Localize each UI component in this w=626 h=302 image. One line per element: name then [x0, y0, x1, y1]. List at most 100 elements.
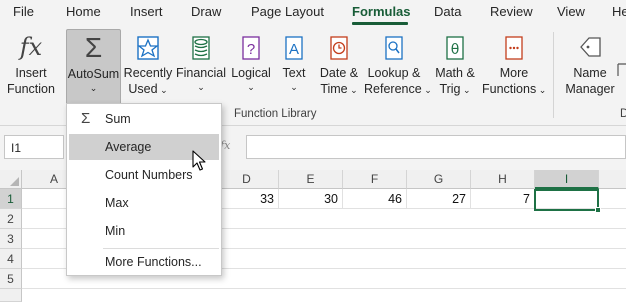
menu-item-more-functions-label: More Functions...	[105, 255, 202, 269]
name-manager-label-2: Manager	[565, 82, 615, 96]
column-header-f[interactable]: F	[343, 170, 407, 189]
ribbon-tabs: File Home Insert Draw Page Layout Formul…	[0, 0, 626, 26]
column-header-j[interactable]	[599, 170, 626, 189]
more-functions-label-2: Functions	[482, 82, 537, 96]
sigma-icon: Σ	[81, 110, 91, 127]
name-manager-button[interactable]: Name Manager	[562, 29, 618, 103]
date-time-button[interactable]: Date & Time ⌄	[315, 29, 363, 103]
tab-view[interactable]: View	[557, 4, 585, 19]
cell-d1[interactable]: 33	[215, 189, 279, 209]
formula-input[interactable]	[246, 135, 626, 159]
math-trig-button[interactable]: θ Math & Trig ⌄	[430, 29, 480, 103]
tab-insert[interactable]: Insert	[130, 4, 163, 19]
menu-item-more-functions[interactable]: More Functions...	[69, 249, 219, 275]
define-name-icon[interactable]	[617, 62, 626, 83]
tab-review[interactable]: Review	[490, 4, 533, 19]
menu-item-max-label: Max	[105, 196, 129, 210]
row-header-5[interactable]: 5	[0, 269, 22, 289]
lookup-reference-button[interactable]: Lookup & Reference ⌄	[364, 29, 432, 103]
cell-h1[interactable]: 7	[471, 189, 535, 209]
chevron-down-icon: ⌄	[89, 83, 98, 93]
mouse-pointer-icon	[192, 150, 206, 177]
tab-help[interactable]: He	[612, 4, 626, 19]
chevron-down-icon: ⌄	[157, 85, 168, 95]
svg-text:θ: θ	[451, 42, 460, 58]
chevron-down-icon: ⌄	[290, 82, 298, 92]
lookup-reference-label-1: Lookup &	[367, 66, 421, 80]
more-functions-label-1: More	[499, 66, 529, 80]
fill-handle[interactable]	[595, 207, 601, 213]
financial-button[interactable]: Financial ⌄	[175, 29, 227, 103]
insert-function-label-1: Insert	[15, 66, 47, 80]
row-header-4[interactable]: 4	[0, 249, 22, 269]
tab-home[interactable]: Home	[66, 4, 101, 19]
select-all-corner[interactable]	[0, 170, 22, 189]
chevron-down-icon: ⌄	[460, 85, 471, 95]
row-header-3[interactable]: 3	[0, 229, 22, 249]
defined-names-group-label: D	[620, 108, 626, 120]
math-trig-label-1: Math &	[435, 66, 475, 80]
name-manager-label-1: Name	[573, 66, 607, 80]
text-icon: A	[276, 29, 312, 65]
recently-used-button[interactable]: Recently Used ⌄	[123, 29, 173, 103]
function-library-group-label: Function Library	[234, 108, 317, 120]
insert-function-button[interactable]: fx Insert Function	[3, 29, 59, 103]
menu-item-min-label: Min	[105, 224, 126, 238]
autosum-label: AutoSum	[67, 67, 120, 81]
chevron-down-icon: ⌄	[247, 82, 255, 92]
date-time-label-1: Date &	[319, 66, 359, 80]
svg-text:A: A	[289, 41, 299, 58]
magnifier-icon	[364, 29, 424, 65]
star-icon	[123, 29, 173, 65]
svg-text:?: ?	[247, 41, 255, 58]
cell-e1[interactable]: 30	[279, 189, 343, 209]
tab-draw[interactable]: Draw	[191, 4, 221, 19]
column-header-h[interactable]: H	[471, 170, 535, 189]
logical-label: Logical	[231, 66, 271, 80]
autosum-button[interactable]: Σ AutoSum ⌄	[66, 29, 121, 105]
cell-f1[interactable]: 46	[343, 189, 407, 209]
tab-formulas[interactable]: Formulas	[352, 4, 411, 19]
name-box[interactable]: I1	[4, 135, 64, 159]
theta-icon: θ	[430, 29, 480, 65]
question-icon: ?	[229, 29, 273, 65]
coins-icon	[175, 29, 227, 65]
date-time-label-2: Time	[320, 82, 348, 96]
tab-file[interactable]: File	[13, 4, 34, 19]
logical-button[interactable]: ? Logical ⌄	[229, 29, 273, 103]
column-header-e[interactable]: E	[279, 170, 343, 189]
chevron-down-icon: ⌄	[536, 85, 547, 95]
insert-function-label-2: Function	[7, 82, 55, 96]
more-functions-icon	[482, 29, 546, 65]
menu-item-sum[interactable]: Σ Sum	[69, 106, 219, 132]
recently-used-label-1: Recently	[123, 66, 173, 80]
lookup-reference-label-2: Reference	[364, 82, 422, 96]
tab-page-layout[interactable]: Page Layout	[251, 4, 324, 19]
tag-icon	[562, 29, 618, 65]
menu-item-max[interactable]: Max	[69, 190, 219, 216]
recently-used-label-2: Used	[128, 82, 158, 96]
text-functions-button[interactable]: A Text ⌄	[276, 29, 312, 103]
row-header-6[interactable]	[0, 289, 22, 302]
menu-item-average-label: Average	[105, 140, 152, 154]
column-header-g[interactable]: G	[407, 170, 471, 189]
clock-icon	[315, 29, 363, 65]
row-header-1[interactable]: 1	[0, 189, 22, 209]
more-functions-button[interactable]: More Functions ⌄	[482, 29, 546, 103]
tab-data[interactable]: Data	[434, 4, 461, 19]
sigma-icon: Σ	[84, 32, 103, 63]
row-header-2[interactable]: 2	[0, 209, 22, 229]
active-cell-i1[interactable]	[534, 189, 599, 211]
cell-g1[interactable]: 27	[407, 189, 471, 209]
math-trig-label-2: Trig	[439, 82, 461, 96]
menu-item-count-numbers-label: Count Numbers	[105, 168, 193, 182]
menu-item-min[interactable]: Min	[69, 218, 219, 244]
column-header-d[interactable]: D	[215, 170, 279, 189]
chevron-down-icon: ⌄	[347, 85, 358, 95]
menu-item-sum-label: Sum	[105, 112, 131, 126]
function-icon: fx	[19, 33, 43, 61]
text-label: Text	[282, 66, 306, 80]
chevron-down-icon: ⌄	[197, 82, 205, 92]
column-header-i[interactable]: I	[535, 170, 599, 189]
active-tab-underline	[352, 22, 408, 25]
